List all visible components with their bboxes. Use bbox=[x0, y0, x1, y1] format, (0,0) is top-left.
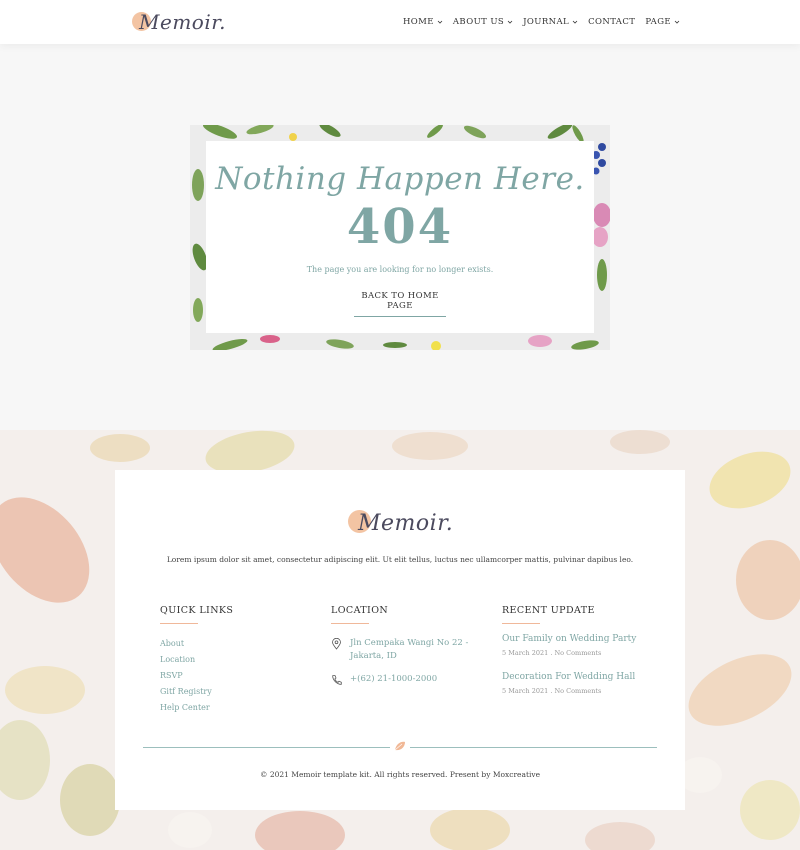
nav-contact-label: CONTACT bbox=[588, 17, 636, 27]
post-title[interactable]: Our Family on Wedding Party bbox=[502, 634, 652, 644]
main-nav: HOME ABOUT US JOURNAL CONTACT PAGE bbox=[403, 0, 680, 44]
footer-divider-right bbox=[410, 747, 657, 748]
nav-page-label: PAGE bbox=[645, 17, 671, 27]
chevron-down-icon bbox=[674, 20, 680, 24]
quick-links-column: QUICK LINKS About Location RSVP Gitf Reg… bbox=[160, 605, 233, 716]
title-underline bbox=[331, 623, 369, 624]
logo[interactable]: Memoir. bbox=[132, 8, 226, 36]
nav-home-label: HOME bbox=[402, 17, 434, 27]
location-column: LOCATION Jln Cempaka Wangi No 22 - Jakar… bbox=[331, 605, 481, 686]
footer-card: Memoir. Lorem ipsum dolor sit amet, cons… bbox=[115, 470, 685, 810]
quick-link-about[interactable]: About bbox=[160, 636, 233, 652]
nav-home[interactable]: HOME bbox=[403, 17, 443, 27]
nav-journal-label: JOURNAL bbox=[523, 17, 570, 27]
post-title[interactable]: Decoration For Wedding Hall bbox=[502, 672, 652, 682]
address-text: Jln Cempaka Wangi No 22 - Jakarta, ID bbox=[350, 637, 468, 663]
chevron-down-icon bbox=[507, 20, 513, 24]
footer-logo[interactable]: Memoir. bbox=[348, 508, 453, 538]
recent-update-column: RECENT UPDATE Our Family on Wedding Part… bbox=[502, 605, 652, 695]
logo-text: Memoir. bbox=[139, 10, 226, 34]
quick-links-list: About Location RSVP Gitf Registry Help C… bbox=[160, 636, 233, 716]
post-meta: 5 March 2021 . No Comments bbox=[502, 687, 602, 695]
recent-update-title: RECENT UPDATE bbox=[502, 605, 595, 616]
footer-description: Lorem ipsum dolor sit amet, consectetur … bbox=[166, 555, 634, 564]
leaf-icon bbox=[394, 741, 405, 751]
nav-about-us-label: ABOUT US bbox=[452, 17, 505, 27]
map-pin-icon bbox=[332, 638, 341, 650]
chevron-down-icon bbox=[572, 20, 578, 24]
phone-row: +(62) 21-1000-2000 bbox=[331, 673, 481, 686]
error-card: Nothing Happen Here. 404 The page you ar… bbox=[206, 141, 594, 333]
footer-logo-text: Memoir. bbox=[358, 510, 454, 536]
title-underline bbox=[160, 623, 198, 624]
copyright-text: © 2021 Memoir template kit. All rights r… bbox=[259, 770, 541, 779]
nav-contact[interactable]: CONTACT bbox=[588, 17, 635, 27]
chevron-down-icon bbox=[437, 20, 443, 24]
address-line-2: Jakarta, ID bbox=[350, 651, 397, 661]
post-meta: 5 March 2021 . No Comments bbox=[502, 649, 602, 657]
post-item: Decoration For Wedding Hall 5 March 2021… bbox=[502, 672, 652, 695]
quick-link-location[interactable]: Location bbox=[160, 652, 233, 668]
address-row: Jln Cempaka Wangi No 22 - Jakarta, ID bbox=[331, 637, 481, 663]
footer-divider-left bbox=[143, 747, 390, 748]
quick-links-title: QUICK LINKS bbox=[160, 605, 234, 616]
nav-journal[interactable]: JOURNAL bbox=[523, 17, 578, 27]
error-code: 404 bbox=[346, 199, 454, 255]
address-line-1: Jln Cempaka Wangi No 22 - bbox=[350, 638, 469, 648]
nav-about-us[interactable]: ABOUT US bbox=[453, 17, 513, 27]
post-item: Our Family on Wedding Party 5 March 2021… bbox=[502, 634, 652, 657]
quick-link-rsvp[interactable]: RSVP bbox=[160, 668, 233, 684]
quick-link-help-center[interactable]: Help Center bbox=[160, 700, 233, 716]
site-header: Memoir. HOME ABOUT US JOURNAL CONTACT PA… bbox=[0, 0, 800, 44]
title-underline bbox=[502, 623, 540, 624]
back-home-button[interactable]: BACK TO HOME PAGE bbox=[354, 291, 446, 317]
location-title: LOCATION bbox=[331, 605, 389, 616]
quick-link-gift-registry[interactable]: Gitf Registry bbox=[160, 684, 233, 700]
error-message: The page you are looking for no longer e… bbox=[306, 265, 494, 274]
error-title: Nothing Happen Here. bbox=[215, 161, 585, 197]
phone-icon bbox=[332, 675, 342, 685]
nav-page[interactable]: PAGE bbox=[645, 17, 680, 27]
phone-text[interactable]: +(62) 21-1000-2000 bbox=[350, 673, 437, 686]
